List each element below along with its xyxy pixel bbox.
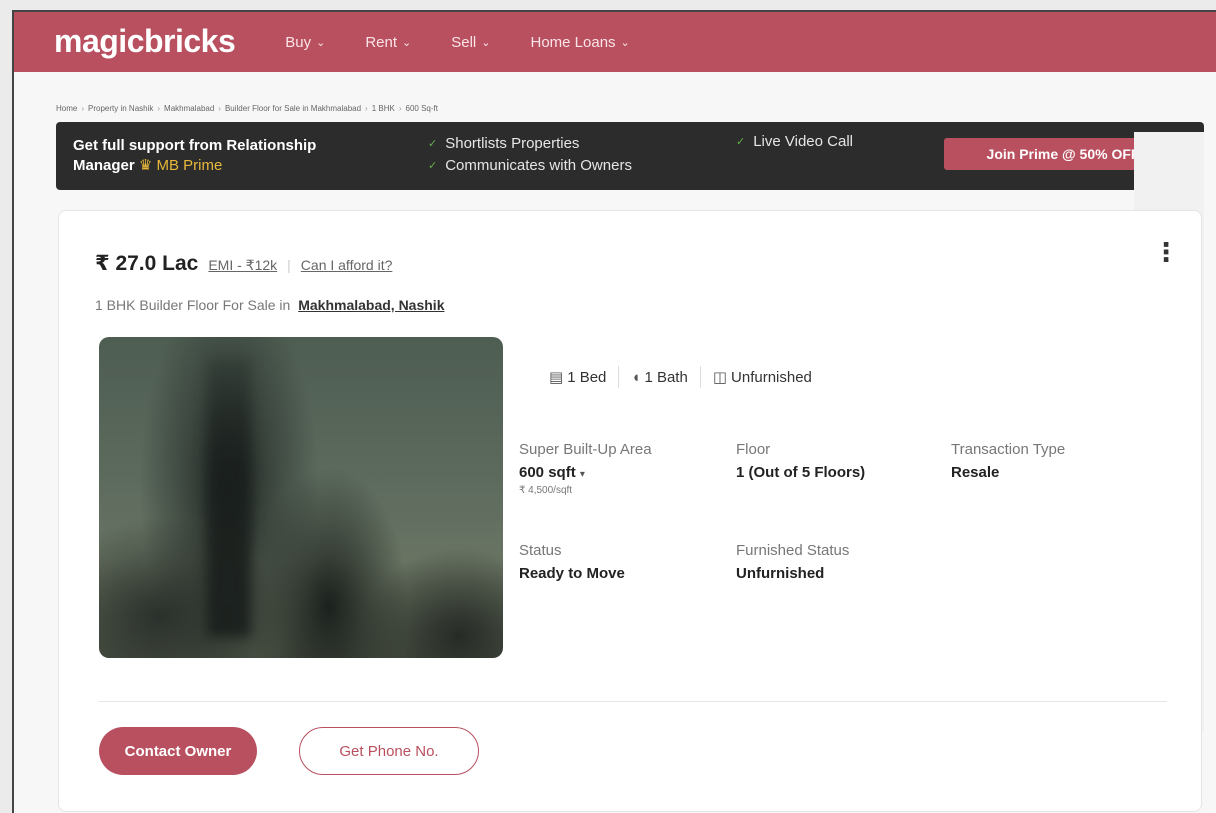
spec-furnished: Furnished Status Unfurnished (736, 542, 849, 582)
spec-transaction-label: Transaction Type (951, 441, 1066, 458)
feature-bath-label: 1 Bath (644, 368, 688, 386)
spec-status-label: Status (519, 542, 562, 559)
spec-floor-value: 1 (Out of 5 Floors) (736, 464, 866, 481)
nav-buy[interactable]: Buy ⌄ (285, 34, 325, 51)
prime-pitch-line2: Manager ♛ MB Prime (73, 156, 393, 176)
feature-bath: ◖ 1 Bath (631, 369, 687, 386)
prime-pitch-manager: Manager (73, 157, 135, 174)
breadcrumb-item: 600 Sq-ft (405, 103, 438, 113)
caret-down-icon: ▾ (579, 469, 585, 480)
nav-home-loans[interactable]: Home Loans ⌄ (530, 34, 629, 51)
chevron-right-icon: › (365, 103, 368, 113)
prime-feature: ✓ Communicates with Owners (428, 157, 632, 174)
location-link[interactable]: Makhmalabad, Nashik (298, 297, 444, 313)
spec-transaction-value: Resale (951, 464, 1000, 481)
feature-furnish-label: Unfurnished (731, 368, 812, 386)
area-value: 600 sqft (519, 464, 576, 481)
spec-furnished-label: Furnished Status (736, 542, 850, 559)
more-options-icon[interactable]: ⋮ (1153, 239, 1179, 265)
photo-tower (207, 357, 251, 637)
spec-status: Status Ready to Move (519, 542, 625, 582)
prime-feature-label: Communicates with Owners (445, 157, 632, 174)
browser-frame: magicbricks Buy ⌄ Rent ⌄ Sell ⌄ Home Loa… (12, 10, 1216, 813)
spec-transaction: Transaction Type Resale (951, 441, 1065, 481)
top-nav: magicbricks Buy ⌄ Rent ⌄ Sell ⌄ Home Loa… (14, 12, 1216, 72)
feature-bed-label: 1 Bed (567, 368, 607, 386)
divider: | (287, 257, 291, 273)
listing-card: ₹ 27.0 Lac EMI - ₹12k | Can I afford it?… (58, 210, 1202, 812)
furnish-icon: ◫ (712, 369, 728, 386)
bath-icon: ◖ (631, 368, 641, 386)
spec-floor-label: Floor (736, 441, 771, 458)
spec-area: Super Built-Up Area 600 sqft ▾ ₹ 4,500/s… (519, 441, 652, 496)
prime-feature: ✓ Shortlists Properties (428, 135, 579, 152)
listing-subtitle: 1 BHK Builder Floor For Sale in Makhmala… (95, 297, 444, 313)
crown-icon: ♛ (138, 157, 153, 174)
spec-furnished-value: Unfurnished (736, 565, 825, 582)
chevron-down-icon: ⌄ (620, 36, 630, 49)
mb-prime-badge: MB Prime (156, 157, 223, 174)
breadcrumb-item[interactable]: Makhmalabad (164, 104, 214, 113)
spec-area-label: Super Built-Up Area (519, 441, 652, 458)
divider (618, 366, 620, 388)
price-row: ₹ 27.0 Lac EMI - ₹12k | Can I afford it? (95, 251, 392, 276)
spec-area-value[interactable]: 600 sqft ▾ (519, 464, 652, 481)
afford-link[interactable]: Can I afford it? (301, 257, 393, 273)
chevron-down-icon: ⌄ (481, 36, 491, 49)
divider (99, 701, 1167, 702)
chevron-right-icon: › (398, 103, 402, 113)
chevron-right-icon: › (157, 103, 161, 113)
check-icon: ✓ (428, 160, 438, 172)
contact-owner-button[interactable]: Contact Owner (99, 727, 257, 775)
nav-rent[interactable]: Rent ⌄ (365, 34, 411, 51)
property-photo[interactable] (99, 337, 503, 658)
emi-link[interactable]: EMI - ₹12k (208, 257, 277, 274)
breadcrumb-item[interactable]: Property in Nashik (88, 104, 153, 113)
spec-floor: Floor 1 (Out of 5 Floors) (736, 441, 865, 481)
feature-bed: ▤ 1 Bed (549, 368, 607, 387)
nav-rent-label: Rent (365, 33, 398, 51)
nav-sell-label: Sell (451, 33, 477, 51)
spec-area-rate: ₹ 4,500/sqft (519, 485, 573, 496)
chevron-down-icon: ⌄ (402, 36, 412, 49)
check-icon: ✓ (428, 138, 438, 150)
prime-feature-label: Live Video Call (753, 133, 854, 150)
prime-feature-label: Shortlists Properties (445, 135, 580, 152)
spec-status-value: Ready to Move (519, 565, 625, 582)
check-icon: ✓ (736, 136, 746, 148)
prime-banner: Get full support from Relationship Manag… (56, 122, 1204, 190)
listing-type: 1 BHK Builder Floor For Sale in (95, 297, 291, 313)
chevron-right-icon: › (218, 103, 221, 113)
prime-feature: ✓ Live Video Call (736, 133, 853, 150)
breadcrumb-item[interactable]: Home (56, 104, 77, 113)
logo[interactable]: magicbricks (54, 23, 236, 60)
chevron-right-icon: › (81, 103, 85, 113)
breadcrumb-item[interactable]: Builder Floor for Sale in Makhmalabad (225, 104, 361, 113)
nav-home-loans-label: Home Loans (530, 33, 616, 51)
feature-furnish: ◫ Unfurnished (712, 368, 812, 387)
divider (699, 366, 701, 388)
chevron-down-icon: ⌄ (316, 36, 326, 49)
prime-pitch-line1: Get full support from Relationship (73, 137, 317, 154)
nav-buy-label: Buy (285, 33, 312, 51)
prime-pitch: Get full support from Relationship Manag… (73, 136, 393, 176)
feature-strip: ▤ 1 Bed ◖ 1 Bath ◫ Unfurnished (549, 366, 812, 388)
bed-icon: ▤ (549, 369, 564, 386)
breadcrumb-item[interactable]: 1 BHK (372, 104, 395, 113)
nav-sell[interactable]: Sell ⌄ (451, 34, 490, 51)
get-phone-button[interactable]: Get Phone No. (299, 727, 479, 775)
price: ₹ 27.0 Lac (95, 252, 199, 275)
breadcrumb: Home › Property in Nashik › Makhmalabad … (14, 72, 1216, 120)
